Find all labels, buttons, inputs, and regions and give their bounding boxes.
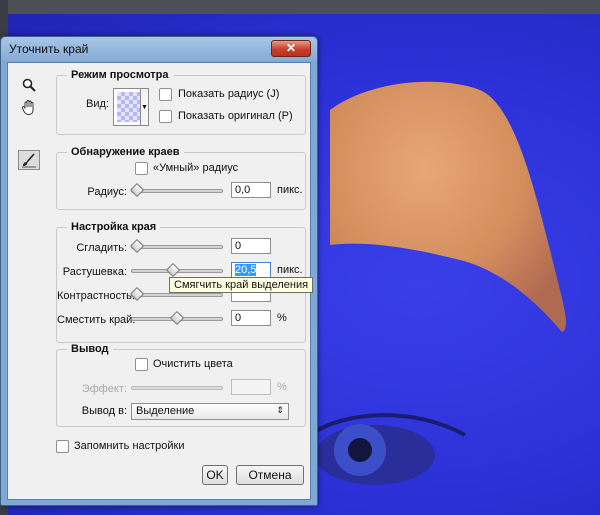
- eye-image: [308, 413, 466, 485]
- show-original-checkbox[interactable]: [159, 110, 172, 123]
- updown-arrows-icon: ⇕: [276, 405, 284, 415]
- amount-label: Эффект:: [81, 383, 127, 395]
- amount-field: [231, 379, 271, 395]
- slider-thumb[interactable]: [129, 238, 145, 254]
- app-toolbar-strip: [0, 0, 600, 14]
- amount-slider: [131, 381, 223, 395]
- dialog-title: Уточнить край: [9, 42, 89, 56]
- hand-icon[interactable]: [18, 97, 40, 117]
- slider-thumb[interactable]: [129, 182, 145, 198]
- output-title: Вывод: [67, 343, 113, 355]
- cancel-button[interactable]: Отмена: [236, 465, 304, 485]
- slider-thumb[interactable]: [165, 262, 181, 278]
- smart-radius-checkbox[interactable]: [135, 162, 148, 175]
- remember-settings-label: Запомнить настройки: [74, 440, 185, 452]
- smart-radius-label: «Умный» радиус: [153, 162, 239, 174]
- adjust-edge-title: Настройка края: [67, 221, 161, 233]
- slider-thumb[interactable]: [129, 286, 145, 302]
- feather-field[interactable]: 20,5: [231, 262, 271, 278]
- view-mode-group: Режим просмотра Вид: ▼ Показать радиус (…: [56, 69, 306, 135]
- slider-track: [131, 293, 223, 297]
- zoom-icon[interactable]: [18, 75, 40, 95]
- smooth-field[interactable]: 0: [231, 238, 271, 254]
- output-to-label: Вывод в:: [81, 405, 127, 417]
- feather-label: Растушевка:: [62, 266, 127, 278]
- shift-edge-field[interactable]: 0: [231, 310, 271, 326]
- show-original-label: Показать оригинал (P): [178, 110, 293, 122]
- show-radius-label: Показать радиус (J): [178, 88, 280, 100]
- radius-slider[interactable]: [129, 182, 223, 198]
- shift-edge-label: Сместить край:: [57, 314, 136, 326]
- dialog-titlebar[interactable]: Уточнить край ✕: [1, 37, 317, 61]
- radius-field[interactable]: 0,0: [231, 182, 271, 198]
- shift-edge-slider[interactable]: [131, 310, 223, 326]
- radius-unit: пикс.: [277, 184, 303, 196]
- output-group: Вывод Очистить цвета Эффект: % Вывод в: …: [56, 343, 306, 427]
- smooth-slider[interactable]: [129, 238, 223, 254]
- dialog-body: Режим просмотра Вид: ▼ Показать радиус (…: [7, 62, 314, 500]
- output-to-value: Выделение: [136, 405, 195, 417]
- refine-edge-dialog: Уточнить край ✕ Режим просмотра Вид: ▼ П…: [0, 36, 318, 506]
- slider-thumb[interactable]: [169, 310, 185, 326]
- amount-unit: %: [277, 381, 287, 393]
- smooth-label: Сгладить:: [76, 242, 127, 254]
- feather-slider[interactable]: [131, 262, 223, 278]
- output-to-select[interactable]: Выделение ⇕: [131, 403, 289, 420]
- view-mode-title: Режим просмотра: [67, 69, 173, 81]
- slider-track: [131, 245, 223, 249]
- slider-track: [131, 386, 223, 390]
- view-label: Вид:: [86, 98, 109, 110]
- show-radius-checkbox[interactable]: [159, 88, 172, 101]
- edge-detection-group: Обнаружение краев «Умный» радиус Радиус:…: [56, 146, 306, 210]
- shift-edge-unit: %: [277, 312, 287, 324]
- adjust-edge-group: Настройка края Сгладить: 0 Растушевка: 2…: [56, 221, 314, 343]
- contrast-label: Контрастность:: [57, 290, 135, 302]
- chevron-down-icon: ▼: [140, 89, 148, 125]
- view-mode-picker[interactable]: ▼: [113, 88, 149, 126]
- edge-detection-title: Обнаружение краев: [67, 146, 184, 158]
- decontaminate-checkbox[interactable]: [135, 358, 148, 371]
- slider-track: [131, 189, 223, 193]
- ok-button[interactable]: OK: [202, 465, 228, 485]
- decontaminate-label: Очистить цвета: [153, 358, 233, 370]
- eyebrow-selection: [330, 81, 566, 332]
- feather-tooltip: Смягчить край выделения: [169, 277, 314, 293]
- close-button[interactable]: ✕: [271, 40, 311, 57]
- feather-unit: пикс.: [277, 264, 303, 276]
- feather-value-selected: 20,5: [235, 264, 257, 276]
- refine-radius-brush-icon[interactable]: [18, 150, 40, 170]
- radius-label: Радиус:: [87, 186, 127, 198]
- remember-settings-checkbox[interactable]: [56, 440, 69, 453]
